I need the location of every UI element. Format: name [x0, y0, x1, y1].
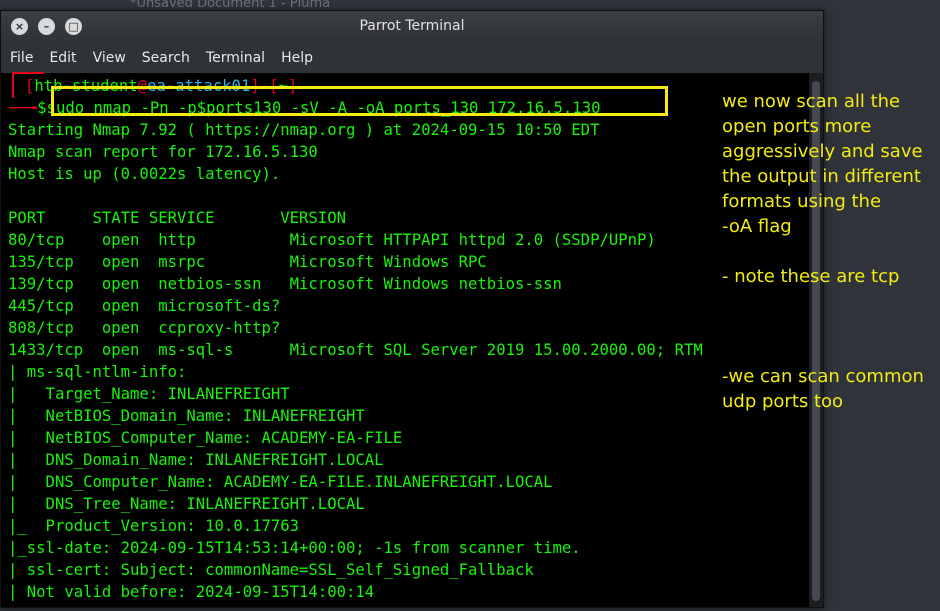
menu-help[interactable]: Help [274, 50, 320, 66]
output-line: Starting Nmap 7.92 ( https://nmap.org ) … [8, 121, 600, 139]
output-line: | DNS_Domain_Name: INLANEFREIGHT.LOCAL [8, 451, 384, 469]
output-line: PORT STATE SERVICE VERSION [8, 209, 346, 227]
output-line: 445/tcp open microsoft-ds? [8, 297, 281, 315]
output-line: 80/tcp open http Microsoft HTTPAPI httpd… [8, 231, 656, 249]
menu-file[interactable]: File [3, 50, 40, 66]
output-line: | ms-sql-ntlm-info: [8, 363, 187, 381]
output-line: |_ Product_Version: 10.0.17763 [8, 517, 300, 535]
output-line: | Target_Name: INLANEFREIGHT [8, 385, 290, 403]
output-line: Host is up (0.0022s latency). [8, 165, 281, 183]
output-line: 808/tcp open ccproxy-http? [8, 319, 281, 337]
annotation-tcp-note: - note these are tcp [722, 266, 900, 287]
title-bar[interactable]: × – □ Parrot Terminal [1, 11, 823, 43]
output-line: 135/tcp open msrpc Microsoft Windows RPC [8, 253, 487, 271]
output-line: 1433/tcp open ms-sql-s Microsoft SQL Ser… [8, 341, 703, 359]
menu-search[interactable]: Search [135, 50, 197, 66]
output-line: 139/tcp open netbios-ssn Microsoft Windo… [8, 275, 562, 293]
window-title: Parrot Terminal [359, 18, 465, 34]
output-line: | NetBIOS_Domain_Name: INLANEFREIGHT [8, 407, 365, 425]
output-line: |_ssl-date: 2024-09-15T14:53:14+00:00; -… [8, 539, 581, 557]
menu-edit[interactable]: Edit [42, 50, 83, 66]
annotation-udp-note: -we can scan common udp ports too [722, 366, 924, 412]
menu-view[interactable]: View [86, 50, 133, 66]
output-line: Nmap scan report for 172.16.5.130 [8, 143, 318, 161]
output-line: | Not valid before: 2024-09-15T14:00:14 [8, 583, 375, 601]
menu-terminal[interactable]: Terminal [199, 50, 272, 66]
prompt-arrow: ──╼ [9, 99, 38, 117]
output-line: | DNS_Tree_Name: INLANEFREIGHT.LOCAL [8, 495, 365, 513]
command-highlight-box [51, 86, 668, 116]
output-line: | NetBIOS_Computer_Name: ACADEMY-EA-FILE [8, 429, 403, 447]
prompt-corner-decoration [12, 72, 44, 98]
output-line: | DNS_Computer_Name: ACADEMY-EA-FILE.INL… [8, 473, 553, 491]
output-line: | ssl-cert: Subject: commonName=SSL_Self… [8, 561, 534, 579]
terminal-output[interactable]: [htb-student@ea-attack01]-[~] ──╼$sudo n… [1, 73, 809, 607]
menu-bar: File Edit View Search Terminal Help [1, 43, 823, 73]
annotation-scan-note: we now scan all the open ports more aggr… [722, 91, 923, 237]
